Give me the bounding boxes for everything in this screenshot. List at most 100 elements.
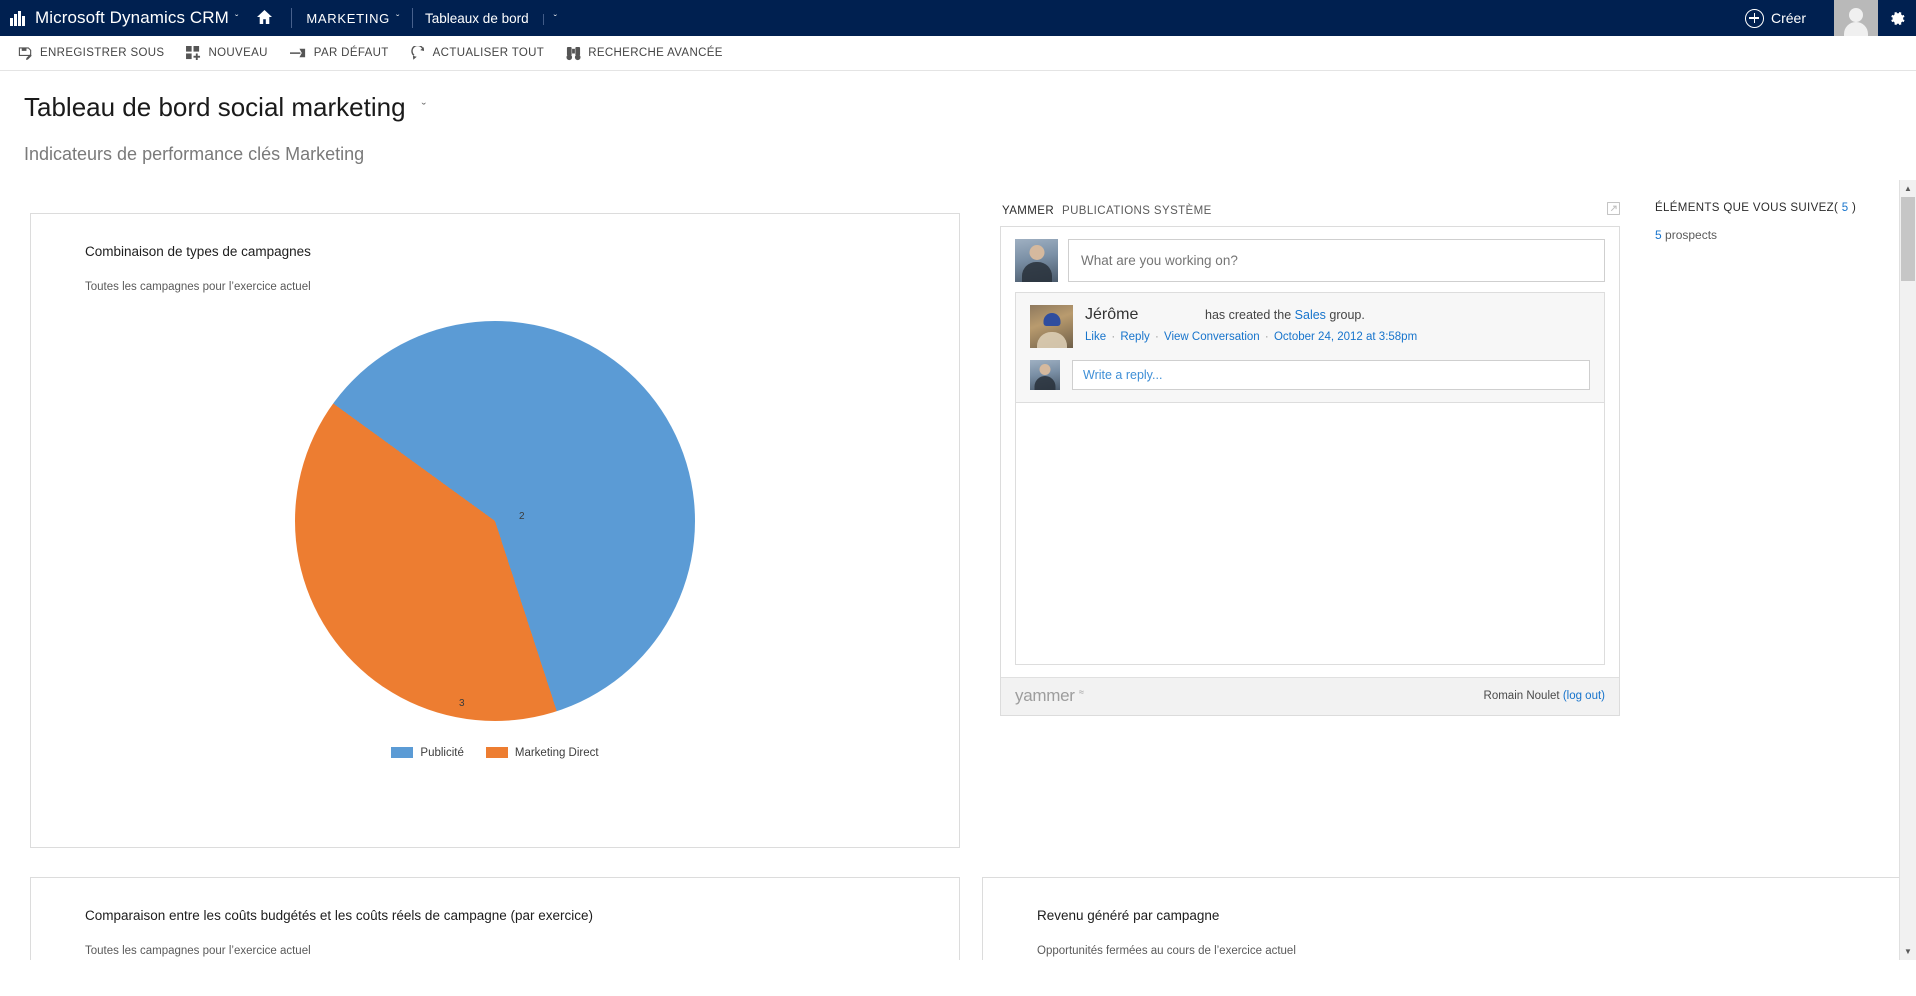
- tile-title: Combinaison de types de campagnes: [85, 243, 311, 259]
- command-refresh-all[interactable]: ACTUALISER TOUT: [411, 45, 545, 61]
- plus-circle-icon: [1744, 8, 1764, 28]
- yammer-post-main: Jérôme has created the Sales group. Like…: [1016, 293, 1604, 360]
- yammer-action-suffix: group.: [1325, 307, 1365, 322]
- avatar: [1015, 238, 1058, 282]
- dynamics-logo-icon: [10, 10, 28, 26]
- command-label: ACTUALISER TOUT: [432, 47, 545, 59]
- scrollbar-thumb[interactable]: [1901, 196, 1915, 281]
- legend-item-publicite[interactable]: Publicité: [391, 747, 464, 759]
- nav-area-label: MARKETING: [306, 10, 390, 26]
- chevron-down-icon: ˇ: [395, 13, 401, 25]
- tile-subtitle: Toutes les campagnes pour l’exercice act…: [85, 944, 311, 957]
- yammer-reply-input[interactable]: Write a reply...: [1072, 359, 1590, 390]
- followed-items-count: 5: [1841, 201, 1849, 214]
- tile-revenue-by-campaign: Revenu généré par campagne Opportunités …: [982, 876, 1902, 960]
- avatar[interactable]: [1834, 0, 1878, 36]
- legend-swatch-icon: [485, 747, 508, 759]
- yammer-post: Jérôme has created the Sales group. Like…: [1015, 291, 1605, 402]
- followed-items-panel: ÉLÉMENTS QUE VOUS SUIVEZ( 5 ) 5 prospect…: [1645, 202, 1885, 242]
- create-button[interactable]: Créer: [1735, 0, 1834, 36]
- settings-button[interactable]: [1878, 0, 1916, 36]
- save-as-icon: [18, 46, 32, 60]
- dashboard-canvas: Combinaison de types de campagnes Toutes…: [0, 179, 1916, 960]
- yammer-panel: YAMMER PUBLICATIONS SYSTÈME What are you…: [1000, 201, 1620, 727]
- tile-title: Comparaison entre les coûts budgétés et …: [85, 907, 594, 923]
- pie-label-marketing-direct: 2: [519, 510, 525, 522]
- yammer-view-conversation-link[interactable]: View Conversation: [1164, 331, 1260, 343]
- tile-subtitle: Toutes les campagnes pour l’exercice act…: [85, 280, 311, 293]
- brand-label: Microsoft Dynamics CRM: [35, 8, 229, 27]
- chevron-down-icon[interactable]: ˇ: [422, 100, 426, 115]
- yammer-brand-label: YAMMER: [1002, 204, 1055, 217]
- nav-separator-1: [291, 8, 293, 28]
- scroll-up-button[interactable]: ▲: [1900, 179, 1916, 197]
- count-close-paren: ): [1848, 201, 1857, 214]
- yammer-action-prefix: has created the: [1205, 307, 1295, 322]
- yammer-post-meta: Like · Reply · View Conversation · Octob…: [1085, 331, 1590, 343]
- yammer-footer: yammer ≈ Romain Noulet (log out): [1001, 676, 1619, 715]
- topnav-right-group: Créer: [1735, 0, 1916, 36]
- command-set-default[interactable]: PAR DÉFAUT: [289, 47, 389, 60]
- person-icon: [1839, 6, 1873, 36]
- scroll-down-button[interactable]: ▼: [1900, 942, 1916, 960]
- followed-item-prospects[interactable]: 5 prospects: [1655, 228, 1885, 242]
- vertical-scrollbar[interactable]: ▲ ▼: [1899, 179, 1916, 960]
- tile-budget-vs-actual-cost: Comparaison entre les coûts budgétés et …: [30, 876, 960, 960]
- yammer-post-headline: Jérôme has created the Sales group.: [1085, 306, 1590, 324]
- meta-separator: ·: [1111, 330, 1116, 343]
- command-new[interactable]: NOUVEAU: [186, 46, 267, 60]
- brand-dynamics-crm[interactable]: Microsoft Dynamics CRM ˇ: [0, 0, 244, 36]
- yammer-feed-area: [1015, 401, 1605, 665]
- count-open-paren: (: [1834, 201, 1842, 214]
- pie-chart[interactable]: 2 3: [295, 320, 695, 721]
- meta-separator: ·: [1154, 330, 1159, 343]
- new-icon: [186, 46, 201, 60]
- command-save-as[interactable]: ENREGISTRER SOUS: [18, 46, 164, 61]
- nav-subarea-label: Tableaux de bord: [425, 10, 529, 26]
- refresh-icon: [411, 45, 424, 60]
- tile-subtitle: Opportunités fermées au cours de l’exerc…: [1037, 944, 1296, 957]
- followed-items-label: ÉLÉMENTS QUE VOUS SUIVEZ: [1655, 201, 1835, 214]
- yammer-group-link[interactable]: Sales: [1295, 308, 1326, 322]
- yammer-reply-link[interactable]: Reply: [1120, 331, 1149, 343]
- page-title[interactable]: Tableau de bord social marketing ˇ: [24, 93, 1916, 122]
- chevron-down-icon: ˇ: [542, 13, 557, 25]
- yammer-frame: Jérôme has created the Sales group. Like…: [1000, 225, 1620, 716]
- pie-slices[interactable]: [295, 320, 695, 721]
- gear-icon: [1890, 11, 1905, 25]
- yammer-post-author[interactable]: Jérôme: [1085, 306, 1205, 324]
- nav-subarea-dashboards[interactable]: Tableaux de bord ˇ: [425, 0, 557, 36]
- command-advanced-find[interactable]: RECHERCHE AVANCÉE: [566, 46, 723, 61]
- yammer-like-link[interactable]: Like: [1085, 331, 1106, 343]
- yammer-reply-row: Write a reply...: [1016, 359, 1604, 402]
- yammer-logo-mark: ≈: [1078, 687, 1084, 698]
- yammer-timestamp[interactable]: October 24, 2012 at 3:58pm: [1274, 331, 1417, 343]
- yammer-logo: yammer ≈: [1015, 686, 1084, 706]
- yammer-section-title: PUBLICATIONS SYSTÈME: [1062, 204, 1212, 217]
- yammer-post-action: has created the Sales group.: [1205, 308, 1365, 322]
- prospects-count[interactable]: 5: [1655, 228, 1662, 242]
- yammer-logo-text: yammer: [1015, 686, 1075, 706]
- legend-label: Marketing Direct: [514, 746, 599, 759]
- pie-legend: Publicité Marketing Direct: [31, 747, 959, 759]
- top-navigation-bar: Microsoft Dynamics CRM ˇ MARKETING ˇ Tab…: [0, 0, 1916, 36]
- avatar: [1030, 304, 1073, 348]
- legend-item-marketing-direct[interactable]: Marketing Direct: [485, 746, 599, 759]
- create-label: Créer: [1770, 10, 1806, 26]
- nav-area-marketing[interactable]: MARKETING ˇ: [306, 0, 400, 36]
- yammer-panel-header: YAMMER PUBLICATIONS SYSTÈME: [1000, 201, 1620, 226]
- yammer-compose-input[interactable]: [1068, 238, 1605, 282]
- avatar: [1030, 359, 1060, 390]
- nav-separator-2: [412, 8, 414, 28]
- tile-title: Revenu généré par campagne: [1037, 907, 1220, 923]
- meta-separator: ·: [1264, 330, 1269, 343]
- chevron-down-icon: ˇ: [234, 13, 239, 25]
- yammer-post-body: Jérôme has created the Sales group. Like…: [1085, 305, 1590, 348]
- command-bar: ENREGISTRER SOUS NOUVEAU PAR DÉFAUT ACTU…: [0, 36, 1916, 71]
- home-icon[interactable]: [252, 9, 277, 28]
- popout-icon[interactable]: [1607, 201, 1620, 220]
- yammer-logout-link[interactable]: (log out): [1563, 690, 1605, 702]
- command-label: ENREGISTRER SOUS: [40, 47, 165, 59]
- followed-items-title: ÉLÉMENTS QUE VOUS SUIVEZ( 5 ): [1655, 202, 1885, 214]
- tile-header: Comparaison entre les coûts budgétés et …: [31, 878, 959, 957]
